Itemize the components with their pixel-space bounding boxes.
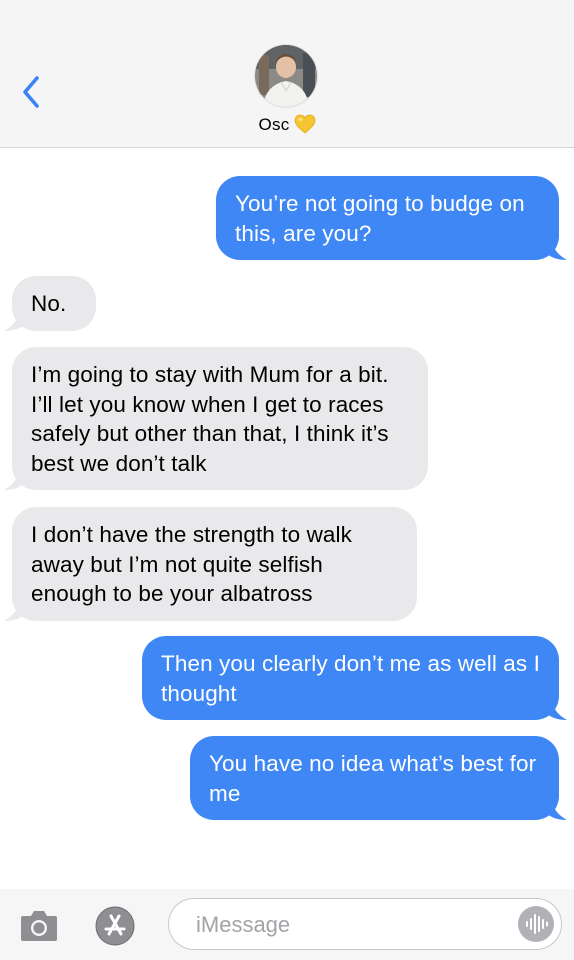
contact-avatar[interactable] <box>254 44 318 108</box>
yellow-heart-icon <box>294 114 316 139</box>
bubble-tail <box>4 466 28 490</box>
message-bubble-sent[interactable]: Then you clearly don’t me as well as I t… <box>142 636 567 720</box>
camera-icon <box>21 911 57 941</box>
message-thread[interactable]: You’re not going to budge on this, are y… <box>0 148 574 888</box>
message-bubble-received[interactable]: No. <box>4 276 96 331</box>
conversation-header: Osc <box>0 0 574 148</box>
message-input-placeholder: iMessage <box>196 912 291 937</box>
bubble-tail <box>543 796 567 820</box>
message-text: You’re not going to budge on this, are y… <box>235 191 525 246</box>
bubble-tail <box>543 696 567 720</box>
bubble-tail <box>4 306 28 331</box>
message-text: No. <box>31 291 67 316</box>
app-store-icon <box>95 906 135 946</box>
message-bubble-sent[interactable]: You’re not going to budge on this, are y… <box>216 176 567 260</box>
chevron-left-icon <box>23 76 39 108</box>
message-text: Then you clearly don’t me as well as I t… <box>161 651 540 706</box>
compose-bar: iMessage <box>0 889 574 960</box>
camera-button[interactable] <box>19 907 59 943</box>
contact-name-label: Osc <box>258 115 290 134</box>
apps-button[interactable] <box>93 904 139 948</box>
message-bubble-received[interactable]: I don’t have the strength to walk away b… <box>4 507 417 621</box>
message-bubble-received[interactable]: I’m going to stay with Mum for a bit. I’… <box>4 347 428 490</box>
audio-record-button[interactable] <box>518 906 554 942</box>
message-text: I’m going to stay with Mum for a bit. I’… <box>31 362 389 476</box>
message-text: You have no idea what’s best for me <box>209 751 537 806</box>
message-input[interactable]: iMessage <box>168 898 562 950</box>
waveform-icon <box>526 914 548 934</box>
back-button[interactable] <box>18 73 48 111</box>
message-text: I don’t have the strength to walk away b… <box>31 522 352 606</box>
bubble-tail <box>543 236 567 260</box>
contact-name[interactable]: Osc <box>0 114 574 139</box>
message-bubble-sent[interactable]: You have no idea what’s best for me <box>190 736 567 820</box>
bubble-tail <box>4 596 28 621</box>
